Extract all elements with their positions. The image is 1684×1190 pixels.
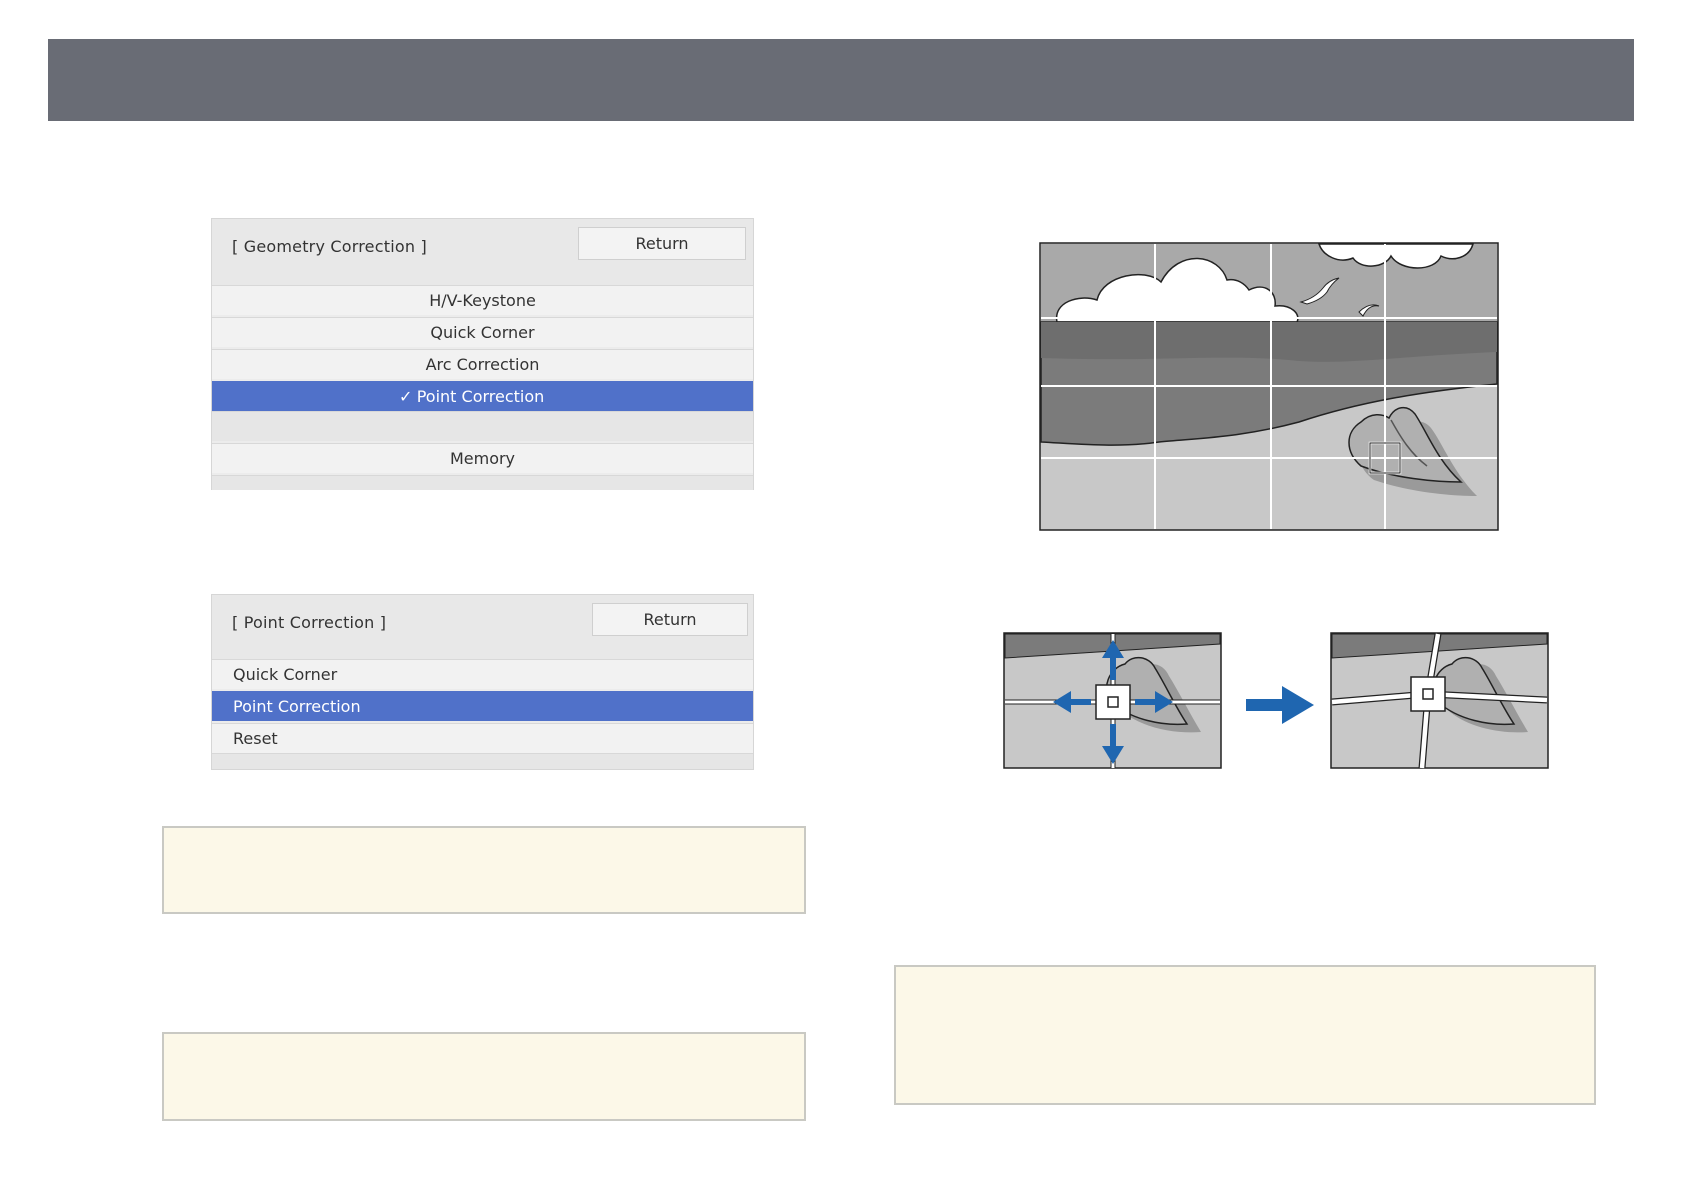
menu-item-quick-corner[interactable]: Quick Corner — [212, 659, 753, 689]
menu-header: [ Geometry Correction ] Return — [212, 219, 753, 285]
point-correction-menu: [ Point Correction ] Return Quick Corner… — [211, 594, 754, 770]
menu-item-point-correction[interactable]: ✓ Point Correction — [212, 381, 753, 411]
menu-item-empty — [212, 411, 753, 441]
check-icon: ✓ — [399, 387, 413, 406]
menu-item-arc-correction[interactable]: Arc Correction — [212, 349, 753, 379]
return-button[interactable]: Return — [578, 227, 746, 260]
point-correction-grid-illustration — [1039, 242, 1499, 531]
menu-item-hv-keystone[interactable]: H/V-Keystone — [212, 285, 753, 315]
menu-item-point-correction[interactable]: Point Correction — [212, 691, 753, 721]
return-button[interactable]: Return — [592, 603, 748, 636]
arrow-next-icon — [1246, 686, 1314, 724]
menu-footer — [212, 753, 753, 769]
menu-item-memory[interactable]: Memory — [212, 443, 753, 473]
after-correction-illustration — [1330, 632, 1549, 769]
header-bar — [48, 39, 1634, 121]
menu-header: [ Point Correction ] Return — [212, 595, 753, 659]
note-box — [162, 1032, 806, 1121]
menu-item-quick-corner[interactable]: Quick Corner — [212, 317, 753, 347]
menu-title: [ Geometry Correction ] — [232, 237, 427, 256]
before-correction-illustration — [1003, 632, 1222, 769]
note-box — [162, 826, 806, 914]
menu-title: [ Point Correction ] — [232, 613, 387, 632]
menu-item-reset[interactable]: Reset — [212, 723, 753, 753]
geometry-correction-menu: [ Geometry Correction ] Return H/V-Keyst… — [211, 218, 754, 490]
note-box — [894, 965, 1596, 1105]
menu-footer — [212, 475, 753, 490]
menu-item-label: Point Correction — [416, 387, 545, 406]
